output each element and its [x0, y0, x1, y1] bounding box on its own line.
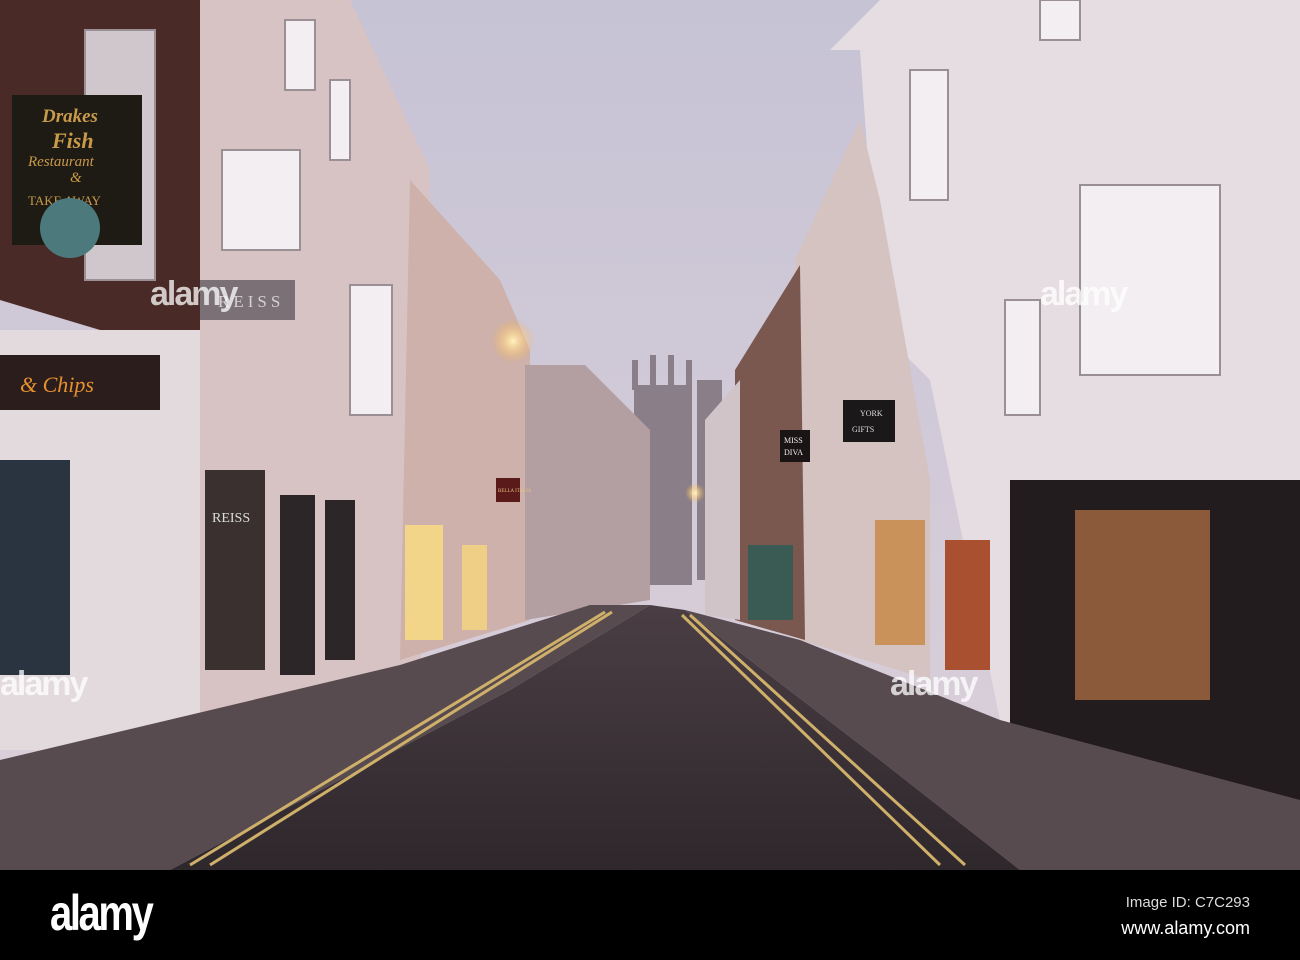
street-scene: & Chips Drakes Fish Restaurant & TAKE AW… — [0, 0, 1300, 870]
svg-text:Drakes: Drakes — [41, 106, 98, 127]
right-far-building — [705, 380, 740, 620]
york-gifts-sign: YORK GIFTS — [843, 400, 895, 442]
reiss-window-text: REISS — [212, 511, 250, 526]
svg-text:DIVA: DIVA — [784, 448, 803, 457]
svg-text:BELLA ITALIA: BELLA ITALIA — [498, 489, 532, 494]
chips-sign-text: & Chips — [20, 372, 94, 397]
site-url: www.alamy.com — [1121, 918, 1250, 938]
svg-text:Restaurant: Restaurant — [27, 154, 95, 170]
alamy-logo: alamy — [50, 885, 154, 941]
svg-text:Fish: Fish — [51, 128, 94, 153]
svg-text:MISS: MISS — [784, 436, 803, 445]
watermark: alamy — [890, 665, 978, 703]
svg-text:&: & — [70, 170, 82, 186]
svg-text:GIFTS: GIFTS — [852, 425, 874, 434]
watermark: alamy — [150, 275, 238, 313]
watermark: alamy — [1040, 275, 1128, 313]
svg-text:YORK: YORK — [860, 409, 883, 418]
miss-diva-sign: MISS DIVA — [780, 430, 810, 462]
image-id: Image ID: C7C293 — [1125, 894, 1250, 911]
watermark-footer: alamy Image ID: C7C293 www.alamy.com — [0, 870, 1300, 960]
watermark: alamy — [0, 665, 88, 703]
street-lamp — [491, 319, 535, 363]
stock-photo: & Chips Drakes Fish Restaurant & TAKE AW… — [0, 0, 1300, 960]
drakes-fish-sign: Drakes Fish Restaurant & TAKE AWAY — [12, 95, 142, 258]
